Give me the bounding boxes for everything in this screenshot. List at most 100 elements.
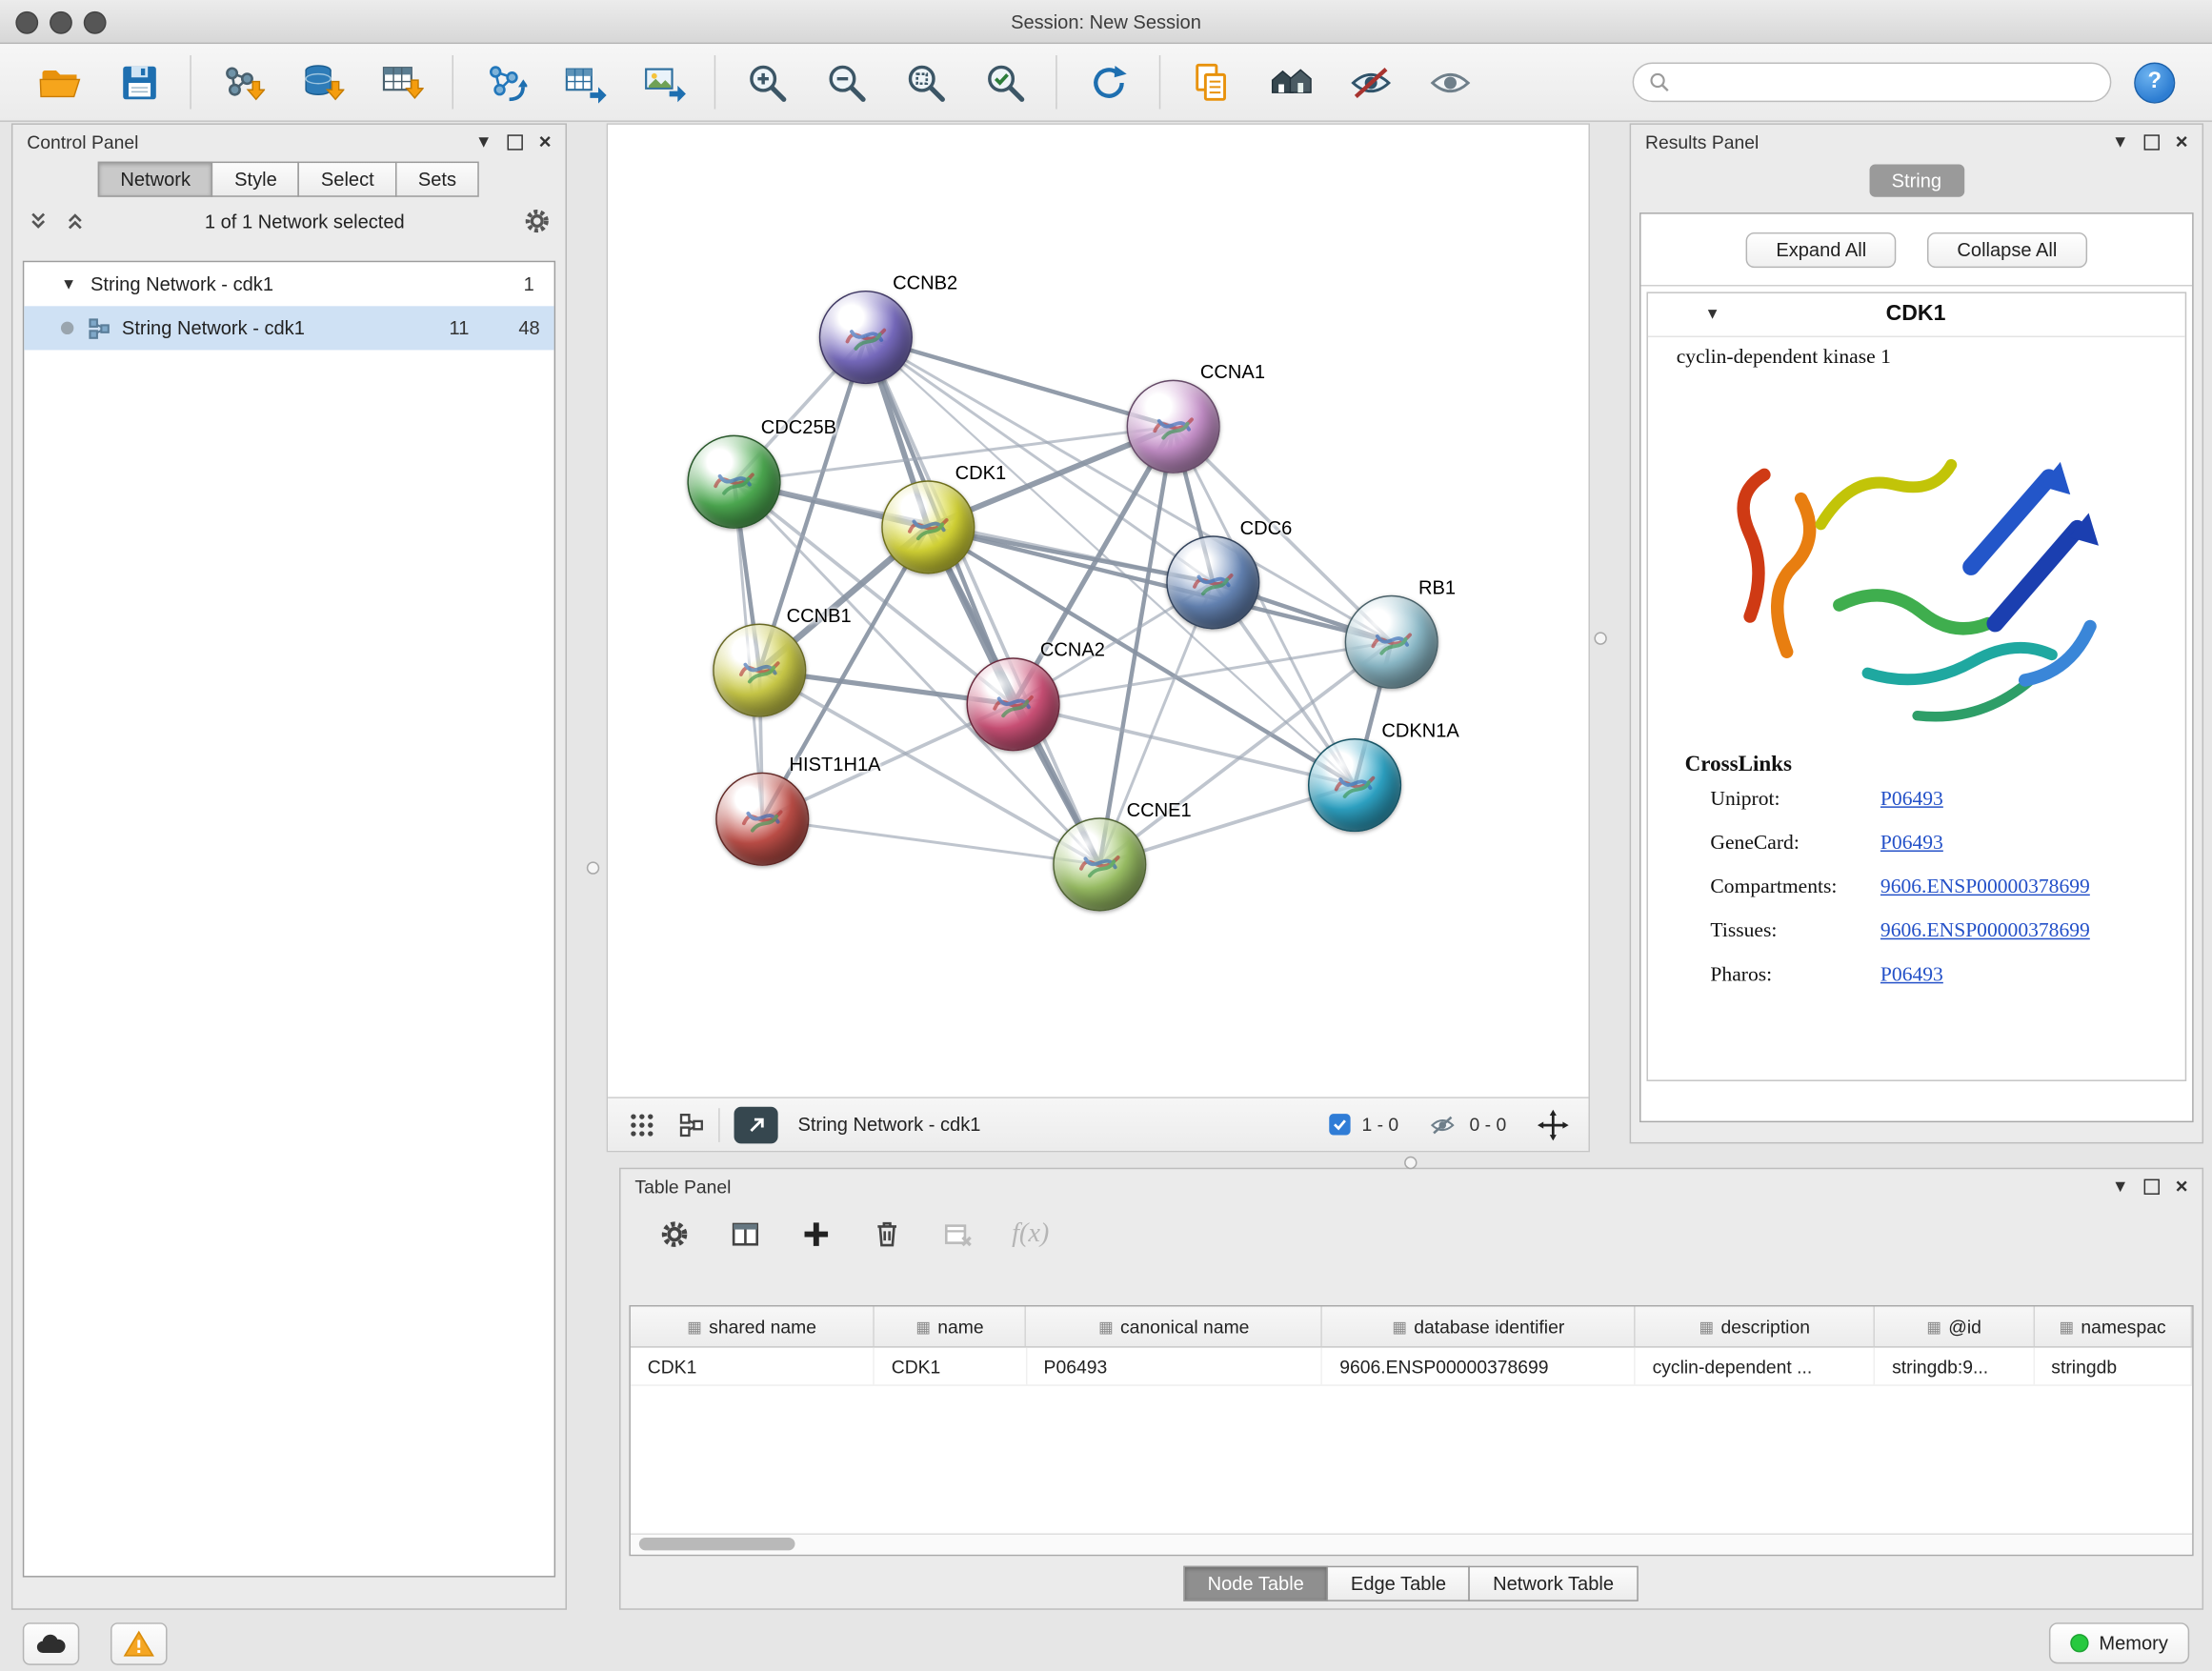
network-edge[interactable] xyxy=(1014,704,1355,785)
warning-button[interactable] xyxy=(111,1621,168,1664)
selected-checkbox-icon[interactable] xyxy=(1329,1114,1350,1135)
delete-columns-button[interactable] xyxy=(870,1218,904,1252)
table-cell[interactable]: 9606.ENSP00000378699 xyxy=(1322,1348,1635,1385)
float-panel-icon[interactable] xyxy=(2144,1178,2160,1194)
eye-crossed-button[interactable] xyxy=(1331,50,1410,114)
column-header-shared-name[interactable]: ▦shared name xyxy=(631,1306,875,1346)
crosshair-icon[interactable] xyxy=(1538,1109,1569,1140)
memory-button[interactable]: Memory xyxy=(2049,1622,2189,1663)
crosslink-link[interactable]: P06493 xyxy=(1880,822,1943,866)
function-builder-button[interactable]: f(x) xyxy=(1012,1218,1049,1250)
import-network-file-button[interactable] xyxy=(203,50,282,114)
section-collapse-icon[interactable]: ▼ xyxy=(1704,306,1719,323)
export-table-button[interactable] xyxy=(544,50,623,114)
network-node-ccnb1[interactable] xyxy=(713,624,806,717)
expand-all-button[interactable]: Expand All xyxy=(1746,232,1896,268)
network-node-ccne1[interactable] xyxy=(1053,817,1146,911)
copy-documents-button[interactable] xyxy=(1172,50,1251,114)
network-node-cdc25b[interactable] xyxy=(687,435,780,529)
network-canvas[interactable]: CCNB2CCNA1CDC25BCDK1CDC6RB1CCNB1CCNA2CDK… xyxy=(608,125,1588,1097)
horizontal-scrollbar[interactable] xyxy=(631,1533,2192,1554)
table-cell[interactable]: P06493 xyxy=(1027,1348,1323,1385)
network-options-gear-icon[interactable] xyxy=(523,207,552,235)
new-network-from-selection-button[interactable] xyxy=(465,50,544,114)
crosslink-link[interactable]: P06493 xyxy=(1880,954,1943,997)
panel-menu-icon[interactable]: ▼ xyxy=(2112,133,2129,151)
network-node-hist1h1a[interactable] xyxy=(715,773,809,866)
network-node-ccna1[interactable] xyxy=(1127,380,1220,473)
splitter-handle[interactable] xyxy=(1594,632,1606,644)
splitter-handle[interactable] xyxy=(1404,1157,1417,1169)
table-cell[interactable]: CDK1 xyxy=(875,1348,1027,1385)
collapse-all-icon[interactable] xyxy=(27,210,50,232)
tab-network[interactable]: Network xyxy=(98,162,213,197)
apply-layout-button[interactable] xyxy=(1069,50,1148,114)
minimize-window-button[interactable] xyxy=(50,11,72,34)
table-cell[interactable]: stringdb xyxy=(2034,1348,2192,1385)
create-column-button[interactable] xyxy=(799,1218,834,1252)
column-header-database-identifier[interactable]: ▦database identifier xyxy=(1322,1306,1635,1346)
open-session-button[interactable] xyxy=(20,50,99,114)
column-header--id[interactable]: ▦@id xyxy=(1875,1306,2034,1346)
open-external-button[interactable] xyxy=(734,1106,778,1143)
tab-select[interactable]: Select xyxy=(298,162,396,197)
import-network-database-button[interactable] xyxy=(282,50,361,114)
close-panel-icon[interactable]: × xyxy=(2176,131,2188,152)
crosslink-link[interactable]: 9606.ENSP00000378699 xyxy=(1880,910,2090,954)
zoom-selected-button[interactable] xyxy=(965,50,1044,114)
network-row[interactable]: String Network - cdk1 11 48 xyxy=(24,306,553,350)
collection-caret-icon[interactable]: ▼ xyxy=(61,275,76,292)
table-cell[interactable]: stringdb:9... xyxy=(1875,1348,2034,1385)
birdseye-grid-icon[interactable] xyxy=(628,1110,656,1138)
float-panel-icon[interactable] xyxy=(2144,134,2160,150)
network-node-cdkn1a[interactable] xyxy=(1308,738,1401,832)
scrollbar-thumb[interactable] xyxy=(639,1538,795,1550)
column-header-namespac[interactable]: ▦namespac xyxy=(2034,1306,2192,1346)
maximize-window-button[interactable] xyxy=(84,11,107,34)
table-settings-button[interactable] xyxy=(657,1218,692,1252)
network-node-cdc6[interactable] xyxy=(1166,535,1259,629)
close-panel-icon[interactable]: × xyxy=(539,131,552,152)
crosslink-link[interactable]: 9606.ENSP00000378699 xyxy=(1880,866,2090,910)
help-button[interactable]: ? xyxy=(2134,62,2175,103)
network-collection-row[interactable]: ▼ String Network - cdk1 1 xyxy=(24,262,553,306)
tab-style[interactable]: Style xyxy=(211,162,299,197)
tab-node-table[interactable]: Node Table xyxy=(1183,1566,1328,1601)
save-session-button[interactable] xyxy=(99,50,178,114)
expand-all-icon[interactable] xyxy=(64,210,87,232)
table-cell[interactable]: CDK1 xyxy=(631,1348,875,1385)
search-input[interactable] xyxy=(1679,70,2096,94)
show-columns-button[interactable] xyxy=(729,1218,763,1252)
share-network-icon[interactable] xyxy=(679,1112,705,1137)
cloud-button[interactable] xyxy=(23,1621,79,1664)
network-edge[interactable] xyxy=(866,337,1099,864)
table-row[interactable]: CDK1CDK1P064939606.ENSP00000378699cyclin… xyxy=(631,1348,2192,1386)
tab-string[interactable]: String xyxy=(1869,165,1964,197)
panel-menu-icon[interactable]: ▼ xyxy=(475,133,493,151)
column-header-description[interactable]: ▦description xyxy=(1636,1306,1876,1346)
network-node-cdk1[interactable] xyxy=(881,480,975,574)
close-window-button[interactable] xyxy=(15,11,38,34)
network-node-rb1[interactable] xyxy=(1345,595,1438,689)
table-cell[interactable]: cyclin-dependent ... xyxy=(1636,1348,1876,1385)
zoom-in-button[interactable] xyxy=(727,50,806,114)
eye-button[interactable] xyxy=(1410,50,1489,114)
import-table-button[interactable] xyxy=(361,50,440,114)
double-house-button[interactable] xyxy=(1251,50,1330,114)
network-edge[interactable] xyxy=(866,337,1174,427)
zoom-fit-button[interactable] xyxy=(886,50,965,114)
network-node-ccna2[interactable] xyxy=(966,657,1059,751)
hidden-eye-icon[interactable] xyxy=(1427,1112,1458,1137)
tab-edge-table[interactable]: Edge Table xyxy=(1327,1566,1471,1601)
delete-table-button[interactable] xyxy=(941,1218,975,1252)
export-image-button[interactable] xyxy=(624,50,703,114)
close-panel-icon[interactable]: × xyxy=(2176,1176,2188,1197)
splitter-handle[interactable] xyxy=(587,861,599,874)
panel-menu-icon[interactable]: ▼ xyxy=(2112,1178,2129,1195)
collapse-all-button[interactable]: Collapse All xyxy=(1927,232,2086,268)
tab-network-table[interactable]: Network Table xyxy=(1469,1566,1638,1601)
network-node-ccnb2[interactable] xyxy=(819,291,913,384)
float-panel-icon[interactable] xyxy=(508,134,523,150)
column-header-canonical-name[interactable]: ▦canonical name xyxy=(1027,1306,1323,1346)
tab-sets[interactable]: Sets xyxy=(395,162,479,197)
